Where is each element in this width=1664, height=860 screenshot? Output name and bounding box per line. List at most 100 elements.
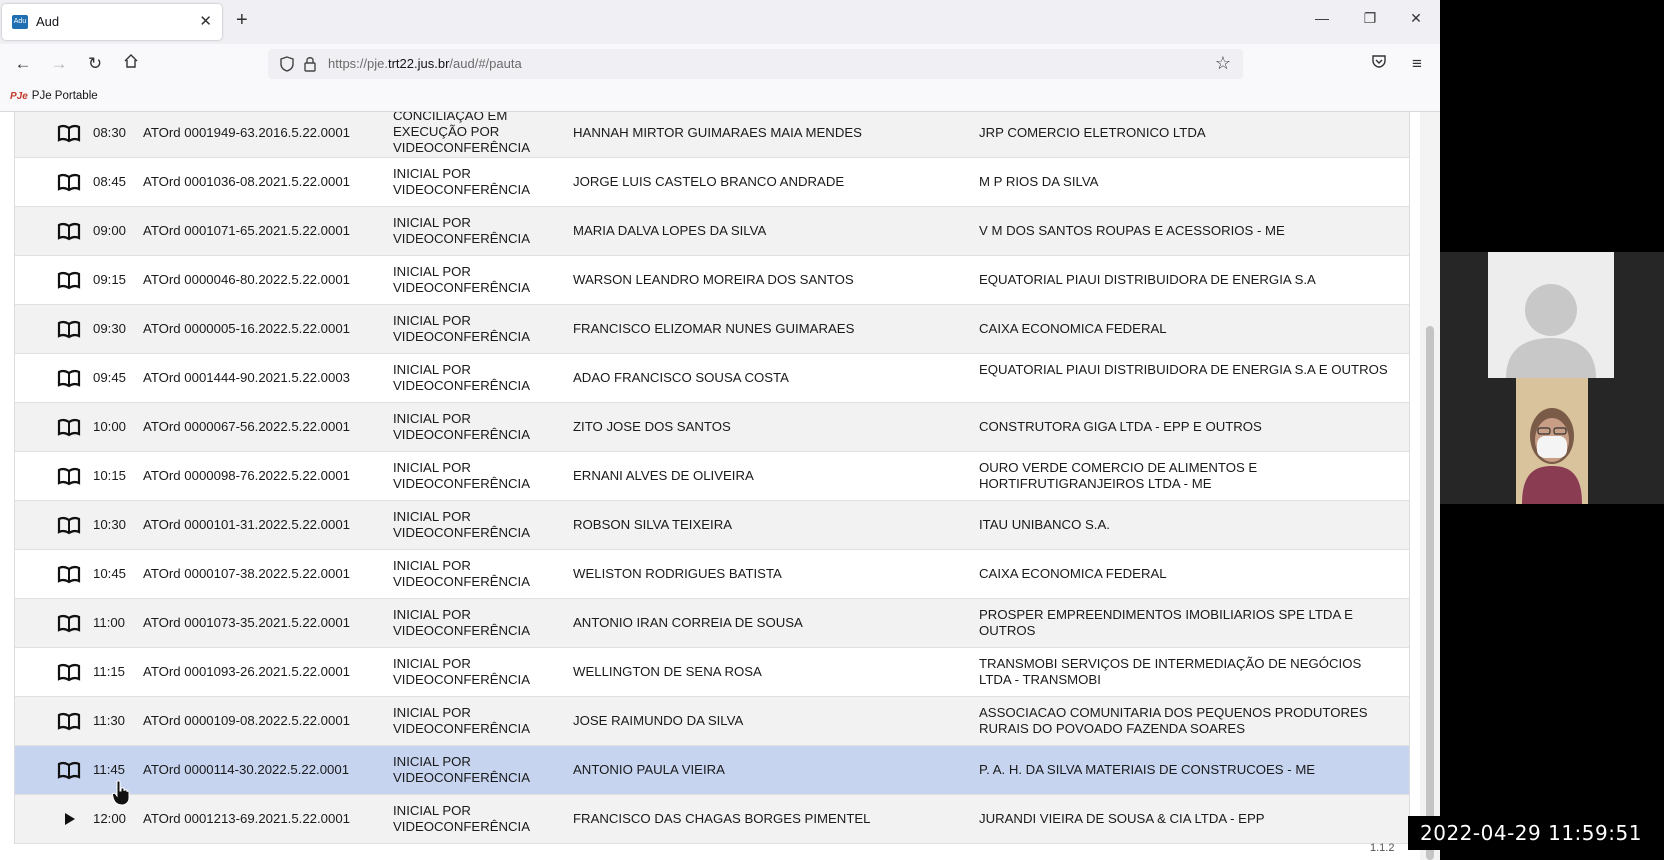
hearing-time: 09:00 (93, 223, 127, 238)
hearing-time: 11:00 (93, 615, 126, 630)
table-row[interactable]: 10:45 ATOrd 0000107-38.2022.5.22.0001 INIC… (15, 550, 1409, 599)
defendant-name: EQUATORIAL PIAUI DISTRIBUIDORA DE ENERGI… (979, 362, 1388, 377)
defendant-name: JURANDI VIEIRA DE SOUSA & CIA LTDA - EPP (979, 811, 1265, 826)
hearing-time: 10:15 (93, 468, 127, 483)
forward-icon[interactable]: → (48, 53, 70, 75)
table-row[interactable]: 09:15 ATOrd 0000046-80.2022.5.22.0001 INIC… (15, 256, 1409, 305)
table-row[interactable]: 09:30 ATOrd 0000005-16.2022.5.22.0001 INIC… (15, 305, 1409, 354)
defendant-name: OURO VERDE COMERCIO DE ALIMENTOS E HORTI… (979, 460, 1258, 491)
person-placeholder-icon (1506, 284, 1596, 378)
home-icon[interactable] (120, 53, 142, 75)
author-name: WARSON LEANDRO MOREIRA DOS SANTOS (573, 272, 854, 287)
menu-icon[interactable]: ≡ (1406, 53, 1428, 75)
hearing-time: 10:30 (93, 517, 127, 532)
table-row[interactable]: 11:30 ATOrd 0000109-08.2022.5.22.0001 INIC… (15, 697, 1409, 746)
author-name: FRANCISCO DAS CHAGAS BORGES PIMENTEL (573, 811, 871, 826)
table-row[interactable]: 11:45 ATOrd 0000114-30.2022.5.22.0001 INIC… (15, 746, 1409, 795)
book-icon[interactable] (57, 515, 81, 535)
hearing-time: 09:45 (93, 370, 127, 385)
process-number: ATOrd 0001073-35.2021.5.22.0001 (143, 615, 351, 630)
bookmark-star-icon[interactable]: ☆ (1215, 53, 1231, 74)
close-tab-icon[interactable]: ✕ (199, 12, 212, 30)
hearing-type: INICIAL POR VIDEOCONFERÊNCIA (393, 656, 531, 687)
bookmark-pje-portable[interactable]: PJe PJe Portable (10, 90, 98, 102)
bookmarks-toolbar: PJe PJe Portable (0, 84, 1440, 112)
defendant-name: CAIXA ECONOMICA FEDERAL (979, 321, 1167, 336)
favicon-icon: Adu (12, 15, 28, 29)
navigation-bar: ← → ↻ https://pje.trt22.jus.br/aud/#/pau… (0, 44, 1440, 84)
table-row[interactable]: 10:30 ATOrd 0000101-31.2022.5.22.0001 INIC… (15, 501, 1409, 550)
hearing-type: INICIAL POR VIDEOCONFERÊNCIA (393, 411, 531, 442)
scrollbar[interactable] (1420, 112, 1440, 860)
close-window-icon[interactable]: ✕ (1406, 10, 1426, 27)
author-name: JORGE LUIS CASTELO BRANCO ANDRADE (573, 174, 845, 189)
reload-icon[interactable]: ↻ (84, 53, 106, 75)
book-icon[interactable] (57, 466, 81, 486)
back-icon[interactable]: ← (12, 53, 34, 75)
book-icon[interactable] (57, 662, 81, 682)
defendant-name: ITAU UNIBANCO S.A. (979, 517, 1110, 532)
book-icon[interactable] (57, 123, 81, 143)
scrollbar-thumb[interactable] (1426, 326, 1434, 860)
process-number: ATOrd 0001036-08.2021.5.22.0001 (143, 174, 351, 189)
book-icon[interactable] (57, 711, 81, 731)
table-row[interactable]: 08:30 ATOrd 0001949-63.2016.5.22.0001 CONC… (15, 112, 1409, 158)
table-row[interactable]: 12:00 ATOrd 0001213-69.2021.5.22.0001 INIC… (15, 795, 1409, 844)
hearing-time: 10:45 (93, 566, 127, 581)
lock-icon[interactable] (302, 55, 318, 73)
process-number: ATOrd 0000098-76.2022.5.22.0001 (143, 468, 351, 483)
process-number: ATOrd 0001093-26.2021.5.22.0001 (143, 664, 351, 679)
defendant-name: EQUATORIAL PIAUI DISTRIBUIDORA DE ENERGI… (979, 272, 1316, 287)
play-icon[interactable] (57, 809, 81, 829)
hearing-type: INICIAL POR VIDEOCONFERÊNCIA (393, 264, 531, 295)
hearing-time: 11:45 (93, 762, 126, 777)
participant-video (1516, 378, 1588, 504)
table-row[interactable]: 11:00 ATOrd 0001073-35.2021.5.22.0001 INIC… (15, 599, 1409, 648)
process-number: ATOrd 0001213-69.2021.5.22.0001 (143, 811, 351, 826)
book-icon[interactable] (57, 221, 81, 241)
hearing-time: 08:30 (93, 125, 127, 140)
participant-image (1516, 378, 1588, 504)
table-row[interactable]: 09:45 ATOrd 0001444-90.2021.5.22.0003 INIC… (15, 354, 1409, 403)
book-icon[interactable] (57, 760, 81, 780)
defendant-name: JRP COMERCIO ELETRONICO LTDA (979, 125, 1206, 140)
book-icon[interactable] (57, 417, 81, 437)
pocket-icon[interactable] (1368, 53, 1390, 75)
table-row[interactable]: 08:45 ATOrd 0001036-08.2021.5.22.0001 INIC… (15, 158, 1409, 207)
process-number: ATOrd 0000101-31.2022.5.22.0001 (143, 517, 351, 532)
table-row[interactable]: 09:00 ATOrd 0001071-65.2021.5.22.0001 INIC… (15, 207, 1409, 256)
process-number: ATOrd 0000005-16.2022.5.22.0001 (143, 321, 351, 336)
address-bar[interactable]: https://pje.trt22.jus.br/aud/#/pauta ☆ (268, 49, 1243, 79)
table-row[interactable]: 10:00 ATOrd 0000067-56.2022.5.22.0001 INIC… (15, 403, 1409, 452)
new-tab-icon[interactable]: + (236, 9, 248, 32)
table-row[interactable]: 10:15 ATOrd 0000098-76.2022.5.22.0001 INIC… (15, 452, 1409, 501)
author-name: JOSE RAIMUNDO DA SILVA (573, 713, 744, 728)
hearing-schedule: 08:30 ATOrd 0001949-63.2016.5.22.0001 CONC… (0, 112, 1440, 860)
book-icon[interactable] (57, 368, 81, 388)
book-icon[interactable] (57, 564, 81, 584)
author-name: FRANCISCO ELIZOMAR NUNES GUIMARAES (573, 321, 855, 336)
book-icon[interactable] (57, 613, 81, 633)
book-icon[interactable] (57, 319, 81, 339)
minimize-icon[interactable]: — (1312, 10, 1332, 26)
hearing-type: INICIAL POR VIDEOCONFERÊNCIA (393, 362, 531, 393)
tab-title: Aud (36, 14, 60, 29)
restore-icon[interactable]: ❐ (1360, 10, 1380, 27)
url-text[interactable]: https://pje.trt22.jus.br/aud/#/pauta (328, 56, 522, 71)
author-name: ADAO FRANCISCO SOUSA COSTA (573, 370, 789, 385)
table-row[interactable]: 11:15 ATOrd 0001093-26.2021.5.22.0001 INIC… (15, 648, 1409, 697)
process-number: ATOrd 0001071-65.2021.5.22.0001 (143, 223, 351, 238)
process-number: ATOrd 0000109-08.2022.5.22.0001 (143, 713, 351, 728)
shield-icon[interactable] (278, 55, 296, 73)
book-icon[interactable] (57, 172, 81, 192)
book-icon[interactable] (57, 270, 81, 290)
hearing-table: 08:30 ATOrd 0001949-63.2016.5.22.0001 CONC… (14, 112, 1410, 844)
browser-tab[interactable]: Adu Aud ✕ (2, 4, 222, 40)
process-number: ATOrd 0000067-56.2022.5.22.0001 (143, 419, 351, 434)
hearing-type: INICIAL POR VIDEOCONFERÊNCIA (393, 607, 531, 638)
hearing-time: 09:15 (93, 272, 127, 287)
hearing-time: 12:00 (93, 811, 127, 826)
hearing-type: INICIAL POR VIDEOCONFERÊNCIA (393, 166, 531, 197)
hearing-time: 11:30 (93, 713, 126, 728)
hearing-type: INICIAL POR VIDEOCONFERÊNCIA (393, 705, 531, 736)
